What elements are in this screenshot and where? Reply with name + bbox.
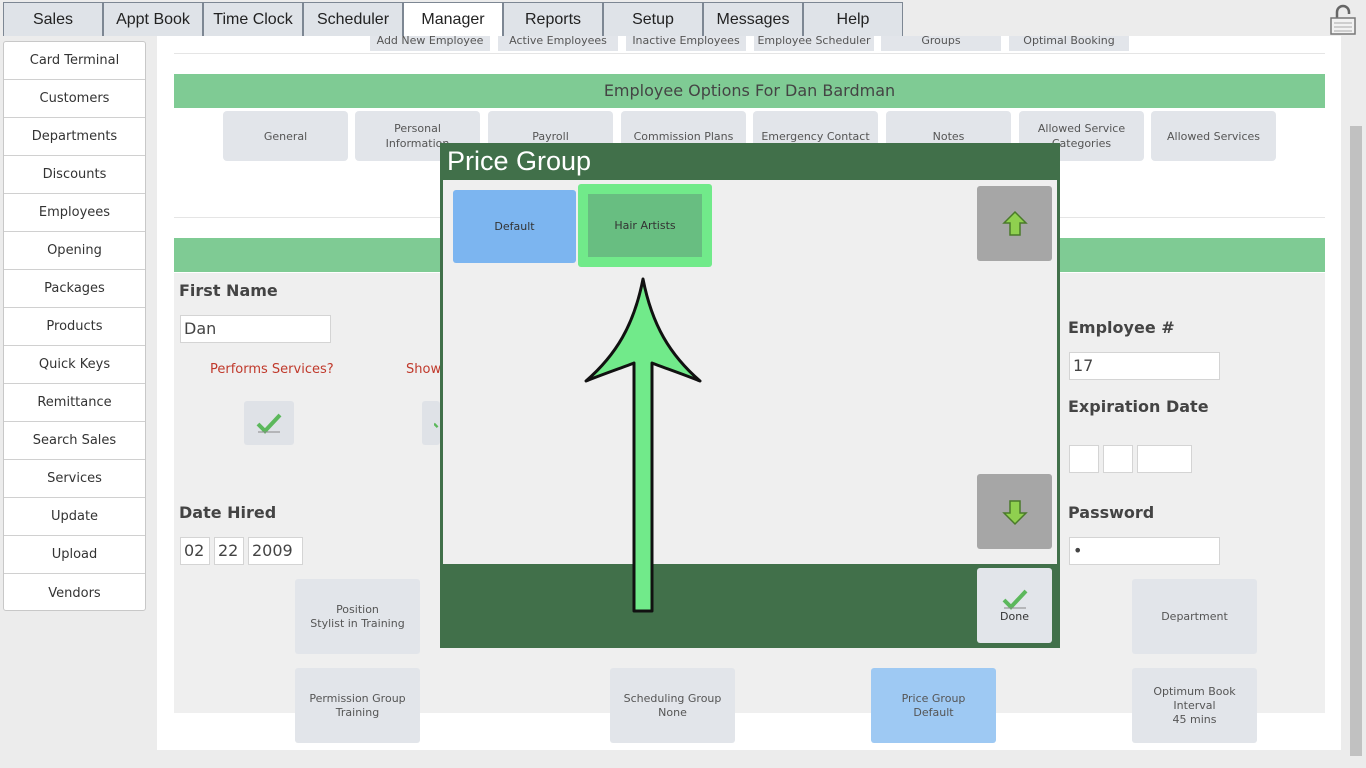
price-group-option-default[interactable]: Default	[453, 190, 576, 263]
page-scrollbar[interactable]	[1347, 36, 1366, 768]
expiration-year[interactable]	[1137, 445, 1192, 473]
expiration-day[interactable]	[1103, 445, 1133, 473]
divider	[174, 53, 1325, 54]
sidebar-item-customers[interactable]: Customers	[4, 80, 145, 118]
sidebar-item-products[interactable]: Products	[4, 308, 145, 346]
sidebar-item-remittance[interactable]: Remittance	[4, 384, 145, 422]
department-button[interactable]: Department	[1132, 579, 1257, 654]
tab-manager[interactable]: Manager	[403, 2, 503, 36]
sidebar-item-services[interactable]: Services	[4, 460, 145, 498]
top-navigation: Sales Appt Book Time Clock Scheduler Man…	[0, 0, 1366, 36]
password-label: Password	[1068, 503, 1155, 522]
checkmark-icon	[1002, 589, 1027, 610]
sidebar-item-packages[interactable]: Packages	[4, 270, 145, 308]
tab-time-clock[interactable]: Time Clock	[203, 2, 303, 36]
date-hired-month[interactable]: 02	[180, 537, 210, 565]
subtab-add-new-employee[interactable]: Add New Employee	[370, 36, 490, 51]
date-hired-label: Date Hired	[179, 503, 277, 522]
expiration-month[interactable]	[1069, 445, 1099, 473]
price-group-button[interactable]: Price Group Default	[871, 668, 996, 743]
scroll-down-button[interactable]	[977, 474, 1052, 549]
tab-reports[interactable]: Reports	[503, 2, 603, 36]
sidebar-item-vendors[interactable]: Vendors	[4, 574, 145, 612]
tab-scheduler[interactable]: Scheduler	[303, 2, 403, 36]
annotation-arrow-icon	[584, 277, 702, 613]
subtab-optimal-booking[interactable]: Optimal Booking	[1009, 36, 1129, 51]
done-button[interactable]: Done	[977, 568, 1052, 643]
sidebar-item-discounts[interactable]: Discounts	[4, 156, 145, 194]
tab-setup[interactable]: Setup	[603, 2, 703, 36]
employee-number-label: Employee #	[1068, 318, 1175, 337]
arrow-up-icon	[1001, 210, 1028, 236]
subtab-inactive-employees[interactable]: Inactive Employees	[626, 36, 746, 51]
employee-subtabs: Add New Employee Active Employees Inacti…	[157, 36, 1341, 54]
option-general-button[interactable]: General	[223, 111, 348, 161]
sidebar-item-opening[interactable]: Opening	[4, 232, 145, 270]
position-button[interactable]: Position Stylist in Training	[295, 579, 420, 654]
expiration-date-label: Expiration Date	[1068, 397, 1209, 416]
first-name-input[interactable]: Dan	[180, 315, 331, 343]
sidebar-item-departments[interactable]: Departments	[4, 118, 145, 156]
checkmark-icon	[256, 413, 282, 434]
date-hired-year[interactable]: 2009	[248, 537, 303, 565]
permission-group-button[interactable]: Permission Group Training	[295, 668, 420, 743]
first-name-label: First Name	[179, 281, 278, 300]
subtab-groups[interactable]: Groups	[881, 36, 1001, 51]
scheduling-group-button[interactable]: Scheduling Group None	[610, 668, 735, 743]
dialog-body: Default Hair Artists	[443, 180, 1057, 564]
sidebar-item-employees[interactable]: Employees	[4, 194, 145, 232]
scrollbar-thumb[interactable]	[1350, 126, 1362, 756]
tab-appt-book[interactable]: Appt Book	[103, 2, 203, 36]
option-allowed-services-button[interactable]: Allowed Services	[1151, 111, 1276, 161]
sidebar-item-card-terminal[interactable]: Card Terminal	[4, 42, 145, 80]
password-input[interactable]: •	[1069, 537, 1220, 565]
date-hired-day[interactable]: 22	[214, 537, 244, 565]
price-group-option-hair-artists[interactable]: Hair Artists	[578, 184, 712, 267]
show-label: Show	[406, 362, 442, 377]
show-checkbox[interactable]	[422, 401, 440, 445]
employee-number-input[interactable]: 17	[1069, 352, 1220, 380]
employee-options-title: Employee Options For Dan Bardman	[603, 81, 896, 100]
scroll-up-button[interactable]	[977, 186, 1052, 261]
tab-sales[interactable]: Sales	[3, 2, 103, 36]
sidebar-item-upload[interactable]: Upload	[4, 536, 145, 574]
subtab-active-employees[interactable]: Active Employees	[498, 36, 618, 51]
optimum-book-interval-button[interactable]: Optimum Book Interval 45 mins	[1132, 668, 1257, 743]
subtab-employee-scheduler[interactable]: Employee Scheduler	[754, 36, 874, 51]
done-label: Done	[1000, 610, 1029, 623]
tab-help[interactable]: Help	[803, 2, 903, 36]
sidebar: Card Terminal Customers Departments Disc…	[3, 41, 146, 611]
tab-messages[interactable]: Messages	[703, 2, 803, 36]
logout-lock-icon[interactable]	[1328, 4, 1358, 36]
sidebar-item-search-sales[interactable]: Search Sales	[4, 422, 145, 460]
sidebar-item-update[interactable]: Update	[4, 498, 145, 536]
sidebar-item-quick-keys[interactable]: Quick Keys	[4, 346, 145, 384]
employee-options-header: Employee Options For Dan Bardman	[174, 74, 1325, 108]
price-group-option-label: Hair Artists	[588, 194, 702, 257]
arrow-down-icon	[1001, 499, 1028, 525]
performs-services-checkbox[interactable]	[244, 401, 294, 445]
performs-services-label: Performs Services?	[210, 362, 334, 377]
price-group-dialog: Price Group Default Hair Artists Done	[440, 143, 1060, 648]
dialog-title: Price Group	[447, 146, 592, 176]
